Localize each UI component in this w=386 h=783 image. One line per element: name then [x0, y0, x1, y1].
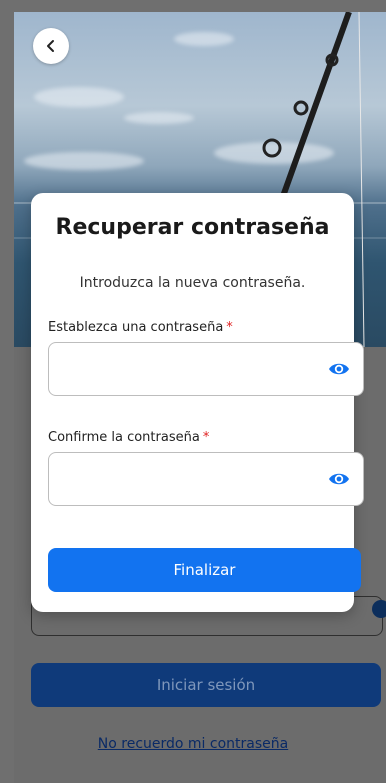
confirm-password-label: Confirme la contraseña * — [48, 430, 209, 445]
background-eye-icon — [372, 600, 386, 618]
eye-icon[interactable] — [328, 470, 350, 488]
finalize-button-label: Finalizar — [173, 561, 236, 579]
eye-icon[interactable] — [328, 360, 350, 378]
modal-title: Recuperar contraseña — [55, 215, 330, 240]
login-button: Iniciar sesión — [31, 663, 381, 707]
required-mark: * — [202, 430, 210, 445]
new-password-label-text: Establezca una contraseña — [48, 320, 224, 335]
new-password-label: Establezca una contraseña * — [48, 320, 233, 335]
modal-subtitle: Introduzca la nueva contraseña. — [79, 275, 306, 291]
confirm-password-label-text: Confirme la contraseña — [48, 430, 200, 445]
finalize-button[interactable]: Finalizar — [48, 548, 361, 592]
required-mark: * — [226, 320, 233, 335]
recover-password-modal: Recuperar contraseña Introduzca la nueva… — [31, 193, 364, 612]
forgot-password-link: No recuerdo mi contraseña — [0, 736, 386, 752]
login-button-label: Iniciar sesión — [156, 676, 256, 694]
confirm-password-field[interactable] — [48, 452, 364, 506]
chevron-left-icon — [47, 40, 54, 52]
new-password-field[interactable] — [48, 342, 364, 396]
forgot-password-link-label: No recuerdo mi contraseña — [97, 736, 289, 752]
back-button[interactable] — [33, 28, 69, 64]
